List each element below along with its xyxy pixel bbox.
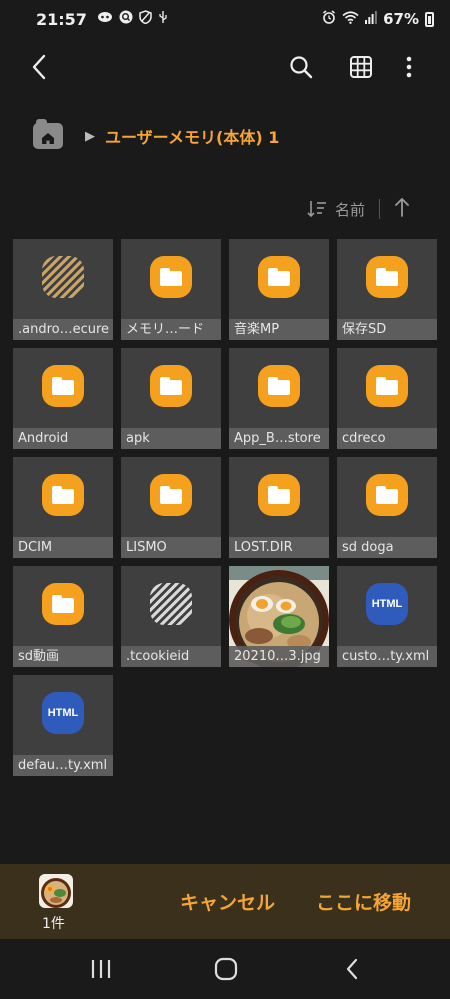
sort-bar: 名前 bbox=[307, 196, 410, 222]
search-icon bbox=[290, 56, 313, 79]
file-name-label: defau…ty.xml bbox=[13, 755, 113, 776]
alarm-icon bbox=[322, 10, 336, 28]
file-tile[interactable]: HTML defau…ty.xml bbox=[13, 675, 113, 776]
battery-icon bbox=[425, 11, 434, 27]
grid-view-icon bbox=[350, 56, 372, 78]
file-name-label: LOST.DIR bbox=[229, 537, 329, 558]
folder-icon bbox=[150, 365, 192, 407]
status-bar: 21:57 67% bbox=[0, 0, 450, 38]
back-button[interactable] bbox=[22, 50, 56, 84]
html-file-icon: HTML bbox=[366, 583, 408, 625]
file-tile[interactable]: 20210…3.jpg bbox=[229, 566, 329, 667]
move-here-button[interactable]: ここに移動 bbox=[316, 888, 411, 915]
file-tile[interactable]: HTML custo…ty.xml bbox=[337, 566, 437, 667]
breadcrumb-current-folder[interactable]: ユーザーメモリ(本体) 1 bbox=[105, 124, 279, 148]
arrow-up-icon bbox=[395, 197, 409, 217]
folder-icon bbox=[150, 256, 192, 298]
file-tile[interactable]: .tcookieid bbox=[121, 566, 221, 667]
back-icon bbox=[32, 54, 46, 80]
search-badge-icon bbox=[119, 10, 133, 28]
file-name-label: apk bbox=[121, 428, 221, 449]
system-nav-bar bbox=[0, 939, 450, 999]
recents-button[interactable] bbox=[88, 955, 114, 983]
signal-icon bbox=[365, 10, 377, 28]
folder-icon bbox=[258, 256, 300, 298]
file-name-label: 保存SD bbox=[337, 319, 437, 340]
search-button[interactable] bbox=[284, 50, 318, 84]
file-name-label: .andro…ecure bbox=[13, 319, 113, 340]
file-name-label: DCIM bbox=[13, 537, 113, 558]
hidden-file-icon bbox=[150, 583, 192, 625]
home-storage-icon[interactable] bbox=[33, 119, 63, 149]
file-tile[interactable]: cdreco bbox=[337, 348, 437, 449]
move-action-bar: 1件 キャンセル ここに移動 bbox=[0, 864, 450, 939]
file-name-label: Android bbox=[13, 428, 113, 449]
folder-icon bbox=[366, 365, 408, 407]
file-name-label: LISMO bbox=[121, 537, 221, 558]
file-name-label: メモリ…ード bbox=[121, 319, 221, 340]
file-name-label: .tcookieid bbox=[121, 646, 221, 667]
hidden-folder-icon bbox=[42, 256, 84, 298]
recents-icon bbox=[91, 960, 111, 978]
file-tile[interactable]: apk bbox=[121, 348, 221, 449]
more-options-button[interactable] bbox=[392, 50, 426, 84]
sort-label: 名前 bbox=[334, 200, 365, 219]
folder-icon bbox=[366, 474, 408, 516]
more-icon bbox=[406, 56, 412, 78]
usb-icon bbox=[158, 10, 168, 28]
sort-divider bbox=[379, 199, 380, 219]
wifi-icon bbox=[342, 10, 359, 28]
home-icon bbox=[214, 957, 238, 981]
folder-icon bbox=[150, 474, 192, 516]
folder-icon bbox=[42, 474, 84, 516]
ai-face-icon bbox=[97, 11, 113, 27]
file-name-label: custo…ty.xml bbox=[337, 646, 437, 667]
file-name-label: sd doga bbox=[337, 537, 437, 558]
home-button[interactable] bbox=[212, 955, 240, 983]
file-tile[interactable]: 音楽MP bbox=[229, 239, 329, 340]
folder-icon bbox=[258, 365, 300, 407]
file-tile[interactable]: sd動画 bbox=[13, 566, 113, 667]
file-grid: .andro…ecure メモリ…ード 音楽MP 保存SD Android apk App_… bbox=[13, 239, 437, 776]
file-name-label: 音楽MP bbox=[229, 319, 329, 340]
file-tile[interactable]: .andro…ecure bbox=[13, 239, 113, 340]
folder-icon bbox=[42, 583, 84, 625]
breadcrumb: ▶ ユーザーメモリ(本体) 1 bbox=[33, 118, 279, 154]
breadcrumb-arrow-icon: ▶ bbox=[85, 128, 95, 144]
folder-icon bbox=[42, 365, 84, 407]
folder-icon bbox=[258, 474, 300, 516]
file-tile[interactable]: DCIM bbox=[13, 457, 113, 558]
file-name-label: App_B…store bbox=[229, 428, 329, 449]
shield-icon bbox=[139, 10, 152, 28]
file-name-label: 20210…3.jpg bbox=[229, 646, 329, 667]
file-name-label: cdreco bbox=[337, 428, 437, 449]
grid-view-button[interactable] bbox=[344, 50, 378, 84]
html-file-icon: HTML bbox=[42, 692, 84, 734]
file-tile[interactable]: LISMO bbox=[121, 457, 221, 558]
sort-direction-button[interactable] bbox=[394, 197, 410, 221]
nav-back-button[interactable] bbox=[338, 955, 366, 983]
file-tile[interactable]: Android bbox=[13, 348, 113, 449]
selected-count: 1件 bbox=[42, 916, 65, 932]
file-tile[interactable]: 保存SD bbox=[337, 239, 437, 340]
app-toolbar bbox=[0, 44, 450, 90]
file-tile[interactable]: LOST.DIR bbox=[229, 457, 329, 558]
file-tile[interactable]: sd doga bbox=[337, 457, 437, 558]
file-tile[interactable]: メモリ…ード bbox=[121, 239, 221, 340]
file-tile[interactable]: App_B…store bbox=[229, 348, 329, 449]
status-time: 21:57 bbox=[36, 9, 87, 29]
cancel-button[interactable]: キャンセル bbox=[180, 888, 275, 915]
battery-percent: 67% bbox=[383, 10, 419, 28]
selected-item-thumbnail bbox=[39, 874, 73, 908]
sort-icon bbox=[307, 201, 326, 218]
nav-back-icon bbox=[346, 958, 358, 980]
folder-icon bbox=[366, 256, 408, 298]
sort-by-button[interactable]: 名前 bbox=[307, 199, 365, 220]
file-name-label: sd動画 bbox=[13, 646, 113, 667]
